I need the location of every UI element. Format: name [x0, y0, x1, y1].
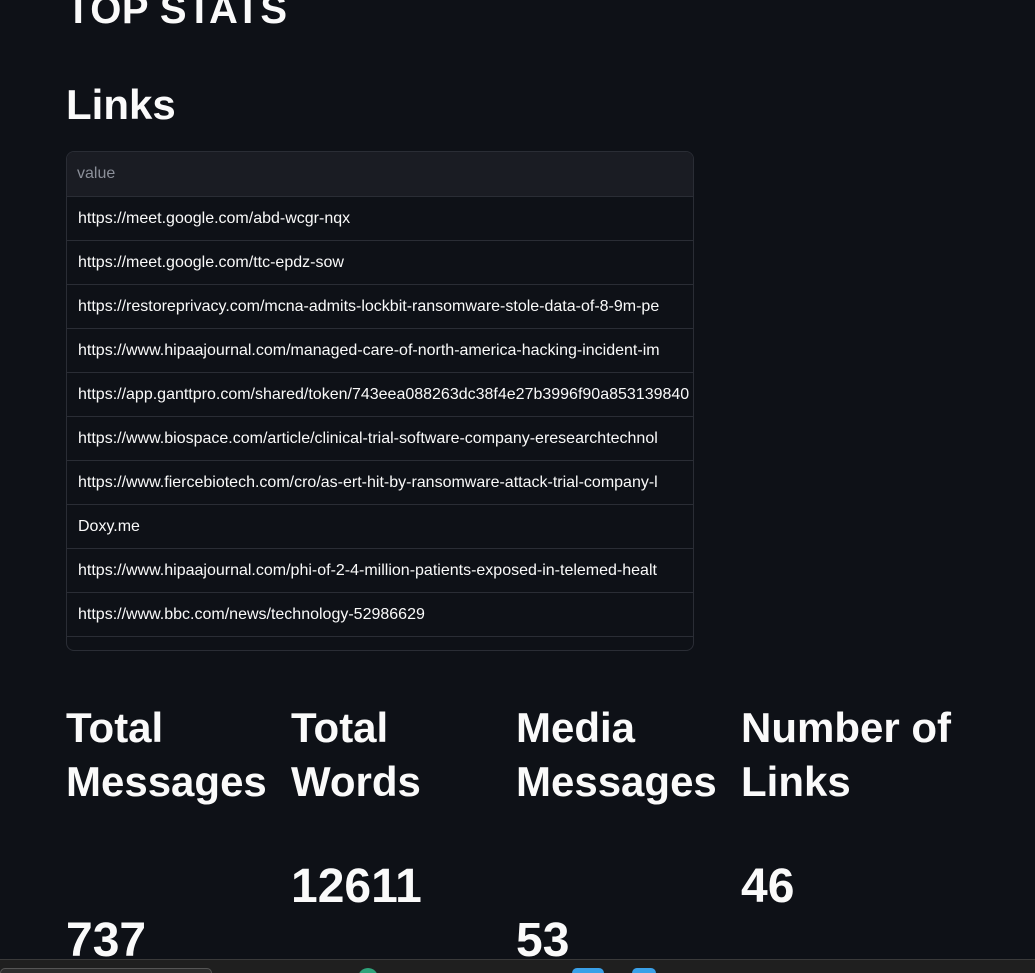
table-row[interactable]: https://www.databreaches.net/eleven-doct… — [67, 637, 693, 650]
table-row[interactable]: https://meet.google.com/ttc-epdz-sow — [67, 241, 693, 285]
metric-media-messages: Media Messages — [516, 701, 731, 809]
table-row[interactable]: https://www.biospace.com/article/clinica… — [67, 417, 693, 461]
links-section-title: Links — [66, 81, 176, 128]
table-row[interactable]: https://restoreprivacy.com/mcna-admits-l… — [67, 285, 693, 329]
table-row[interactable]: https://app.ganttpro.com/shared/token/74… — [67, 373, 693, 417]
metric-value-total-words: 12611 — [291, 860, 422, 913]
table-row[interactable]: https://meet.google.com/abd-wcgr-nqx — [67, 197, 693, 241]
metric-label: Media Messages — [516, 704, 717, 805]
taskbar-app-icon[interactable] — [358, 968, 378, 973]
taskbar — [0, 959, 1035, 973]
metric-value-number-of-links: 46 — [741, 860, 795, 913]
app-page: TOP STATS Links value https://meet.googl… — [0, 0, 1035, 973]
top-stats-heading: TOP STATS — [66, 0, 288, 32]
metric-number-of-links: Number of Links — [741, 701, 956, 809]
metric-total-words: Total Words — [291, 701, 506, 809]
metric-label: Number of Links — [741, 704, 951, 805]
table-row[interactable]: https://www.hipaajournal.com/phi-of-2-4-… — [67, 549, 693, 593]
metric-label: Total Messages — [66, 704, 267, 805]
taskbar-search[interactable] — [0, 968, 212, 973]
links-dataframe[interactable]: value https://meet.google.com/abd-wcgr-n… — [66, 151, 694, 651]
metric-label: Total Words — [291, 704, 421, 805]
taskbar-app-icon[interactable] — [572, 968, 604, 973]
column-header-value[interactable]: value — [67, 152, 693, 197]
links-table-body[interactable]: https://meet.google.com/abd-wcgr-nqx htt… — [67, 197, 693, 650]
table-row[interactable]: https://www.hipaajournal.com/managed-car… — [67, 329, 693, 373]
table-row[interactable]: Doxy.me — [67, 505, 693, 549]
table-row[interactable]: https://www.bbc.com/news/technology-5298… — [67, 593, 693, 637]
taskbar-app-icon[interactable] — [632, 968, 656, 973]
metric-total-messages: Total Messages — [66, 701, 281, 809]
table-row[interactable]: https://www.fiercebiotech.com/cro/as-ert… — [67, 461, 693, 505]
